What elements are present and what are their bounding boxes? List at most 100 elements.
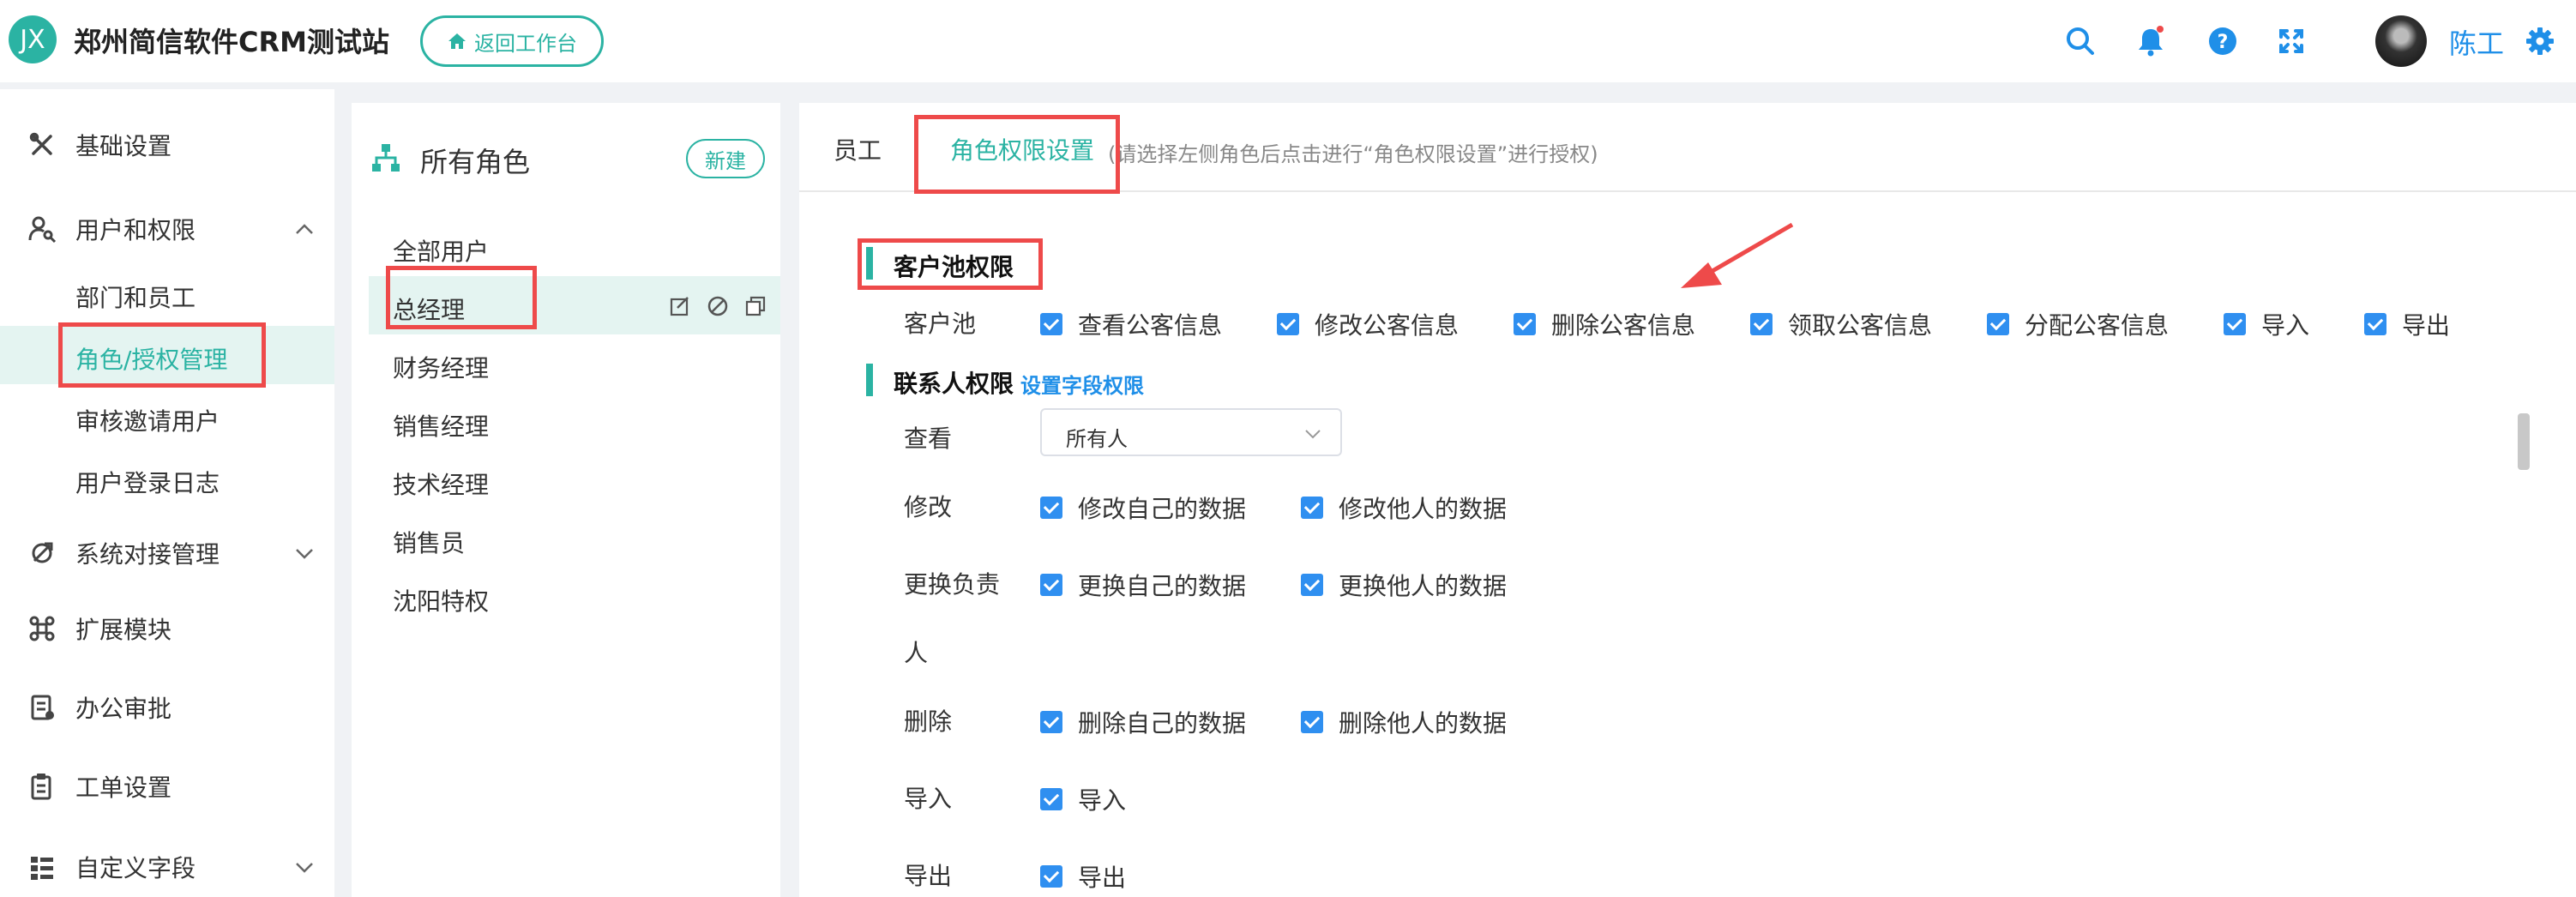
sidebar-subitem-review-invites[interactable]: 审核邀请用户: [0, 388, 334, 446]
sidebar-subitem-departments[interactable]: 部门和员工: [0, 264, 334, 322]
row-label-customer-pool: 客户池: [904, 310, 977, 338]
checkbox-import-public[interactable]: 导入: [2224, 307, 2309, 341]
checkbox-checked: [1040, 497, 1062, 519]
checkbox-delete-others[interactable]: 删除他人的数据: [1301, 705, 1507, 739]
checkbox-checked: [1040, 711, 1062, 733]
checkbox-assign-public[interactable]: 分配公客信息: [1987, 307, 2169, 341]
checkbox-delete-own[interactable]: 删除自己的数据: [1040, 705, 1246, 739]
checkbox-label: 导出: [2402, 311, 2451, 340]
bell-icon[interactable]: [2134, 24, 2168, 58]
row-label-change-owner: 更换负责: [904, 570, 1001, 599]
role-item[interactable]: 销售经理: [369, 393, 780, 451]
checkbox-checked: [1277, 313, 1299, 335]
sidebar-subitem-label: 审核邀请用户: [75, 407, 220, 436]
checkbox-checked: [1301, 711, 1323, 733]
roles-title: 所有角色: [420, 146, 531, 178]
sidebar-item-label: 系统对接管理: [75, 540, 220, 569]
top-header: JX 郑州简信软件CRM测试站 返回工作台 ? 陈工: [0, 0, 2576, 82]
checkbox-change-own[interactable]: 更换自己的数据: [1040, 568, 1246, 602]
row-label-view: 查看: [904, 424, 953, 453]
disable-icon[interactable]: [707, 295, 729, 317]
chevron-down-icon: [296, 863, 313, 873]
copy-icon[interactable]: [744, 295, 767, 317]
row-label-edit: 修改: [904, 493, 953, 521]
back-button-label: 返回工作台: [474, 31, 577, 56]
fields-icon: [31, 857, 53, 880]
checkbox-import-contacts[interactable]: 导入: [1040, 782, 1126, 816]
checkbox-label: 导入: [1078, 786, 1127, 815]
sidebar-item-label: 用户和权限: [75, 216, 196, 244]
avatar[interactable]: [2375, 15, 2427, 67]
sidebar-item-label: 办公审批: [75, 695, 172, 723]
connect-icon: [32, 542, 53, 563]
sidebar-item-system-integration[interactable]: 系统对接管理: [0, 523, 334, 583]
checkbox-label: 导入: [2261, 311, 2310, 340]
checkbox-change-others[interactable]: 更换他人的数据: [1301, 568, 1507, 602]
sidebar-item-ticket-settings[interactable]: 工单设置: [0, 756, 334, 816]
section-title-customer-pool: 客户池权限: [894, 253, 1014, 281]
sidebar-item-office-approval[interactable]: 办公审批: [0, 677, 334, 737]
sidebar-item-label: 工单设置: [75, 774, 172, 802]
role-item-active[interactable]: 总经理: [369, 276, 780, 334]
view-scope-select[interactable]: 所有人: [1040, 408, 1342, 456]
role-label: 沈阳特权: [393, 587, 490, 616]
section-marker: [866, 247, 873, 280]
role-item[interactable]: 技术经理: [369, 451, 780, 509]
edit-icon[interactable]: [669, 295, 691, 317]
role-item[interactable]: 销售员: [369, 509, 780, 568]
sidebar-subitem-login-logs[interactable]: 用户登录日志: [0, 449, 334, 508]
role-item[interactable]: 全部用户: [369, 218, 780, 276]
checkbox-export-public[interactable]: 导出: [2364, 307, 2450, 341]
select-value: 所有人: [1066, 427, 1128, 451]
checkbox-claim-public[interactable]: 领取公客信息: [1750, 307, 1932, 341]
new-role-button[interactable]: 新建: [686, 139, 765, 178]
sidebar-item-users-permissions[interactable]: 用户和权限: [0, 199, 334, 259]
row-label-export: 导出: [904, 862, 953, 890]
tab-employees[interactable]: 员工: [834, 132, 882, 166]
gear-icon[interactable]: [2525, 26, 2555, 57]
checkbox-edit-others[interactable]: 修改他人的数据: [1301, 491, 1507, 525]
checkbox-edit-public[interactable]: 修改公客信息: [1277, 307, 1459, 341]
roles-panel: 所有角色 新建 全部用户 总经理 财务经理 销售经理 技术经理 销售员 沈阳特权: [352, 103, 780, 897]
help-icon[interactable]: ?: [2206, 24, 2240, 58]
sidebar-item-custom-fields[interactable]: 自定义字段: [0, 837, 334, 897]
chevron-up-icon: [296, 224, 313, 234]
user-name[interactable]: 陈工: [2449, 22, 2504, 62]
checkbox-label: 分配公客信息: [2025, 311, 2170, 340]
checkbox-delete-public[interactable]: 删除公客信息: [1514, 307, 1695, 341]
checkbox-export-contacts[interactable]: 导出: [1040, 859, 1126, 894]
svg-text:?: ?: [2218, 32, 2229, 53]
clipboard-icon: [31, 774, 51, 800]
role-item[interactable]: 沈阳特权: [369, 568, 780, 626]
checkbox-edit-own[interactable]: 修改自己的数据: [1040, 491, 1246, 525]
tools-icon: [29, 132, 52, 155]
role-label: 销售员: [393, 529, 466, 557]
sidebar: 基础设置 用户和权限 部门和员工 角色/授权管理 审核邀请用户 用户登录日志 系…: [0, 89, 334, 897]
scrollbar-thumb[interactable]: [2518, 413, 2530, 470]
approval-icon: [31, 695, 54, 720]
sidebar-item-basic-settings[interactable]: 基础设置: [0, 115, 334, 175]
role-label: 销售经理: [393, 412, 490, 441]
sidebar-subitem-label: 角色/授权管理: [75, 346, 228, 374]
sidebar-item-label: 基础设置: [75, 132, 172, 160]
sidebar-item-extensions[interactable]: 扩展模块: [0, 599, 334, 659]
role-label: 总经理: [393, 296, 466, 324]
search-icon[interactable]: [2063, 24, 2098, 58]
checkbox-view-public[interactable]: 查看公客信息: [1040, 307, 1222, 341]
fullscreen-icon[interactable]: [2274, 24, 2308, 58]
sidebar-subitem-roles[interactable]: 角色/授权管理: [0, 326, 334, 384]
role-label: 财务经理: [393, 354, 490, 382]
section-marker: [866, 364, 873, 396]
checkbox-checked: [1987, 313, 2009, 335]
checkbox-checked: [1040, 313, 1062, 335]
checkbox-label: 修改自己的数据: [1078, 495, 1247, 523]
set-field-permissions-link[interactable]: 设置字段权限: [1020, 369, 1144, 399]
checkbox-label: 导出: [1078, 864, 1127, 892]
checkbox-checked: [1040, 574, 1062, 596]
checkbox-label: 更换自己的数据: [1078, 572, 1247, 600]
sidebar-item-label: 扩展模块: [75, 616, 172, 644]
tab-role-permissions[interactable]: 角色权限设置: [950, 132, 1094, 166]
role-item[interactable]: 财务经理: [369, 334, 780, 393]
back-to-workbench-button[interactable]: 返回工作台: [420, 15, 604, 67]
checkbox-label: 领取公客信息: [1788, 311, 1933, 340]
